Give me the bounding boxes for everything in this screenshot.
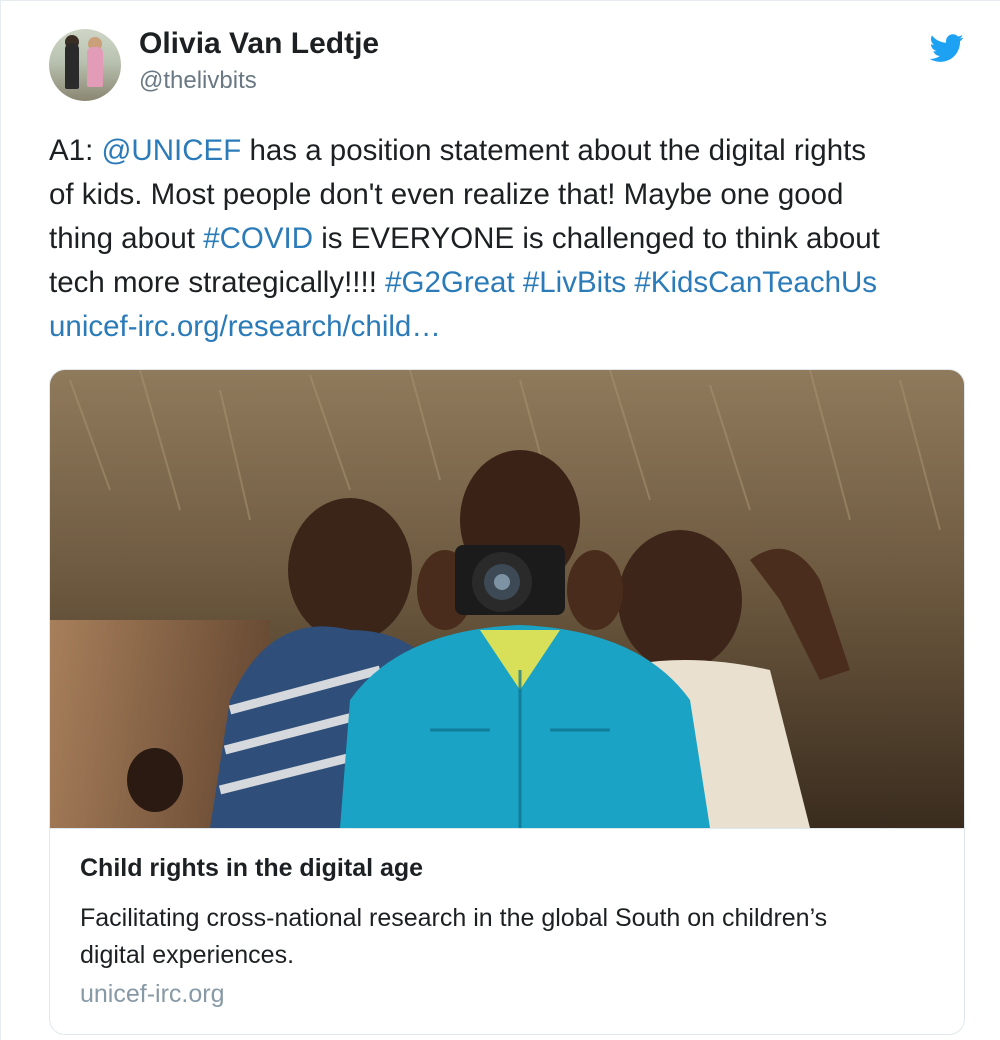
- avatar-figure: [87, 47, 103, 87]
- card-title[interactable]: Child rights in the digital age: [80, 854, 423, 883]
- card-description: Facilitating cross-national research in …: [80, 900, 940, 974]
- card-description-line: digital experiences.: [80, 941, 295, 969]
- tweet-text-segment: thing about: [49, 222, 204, 255]
- author-handle[interactable]: @thelivbits: [139, 67, 257, 95]
- tweet-line: tech more strategically!!!! #G2Great #Li…: [49, 261, 969, 305]
- card-description-line: Facilitating cross-national research in …: [80, 904, 828, 932]
- card-domain[interactable]: unicef-irc.org: [80, 980, 225, 1009]
- hashtag-link[interactable]: #KidsCanTeachUs: [634, 266, 877, 299]
- hashtag-link[interactable]: #COVID: [203, 222, 313, 255]
- tweet-line: thing about #COVID is EVERYONE is challe…: [49, 217, 969, 261]
- hashtag-link[interactable]: #G2Great: [385, 266, 515, 299]
- card-image: [50, 370, 964, 829]
- author-name[interactable]: Olivia Van Ledtje: [139, 27, 379, 61]
- tweet-url-link[interactable]: unicef-irc.org/research/child…: [49, 305, 969, 349]
- link-preview-card[interactable]: Child rights in the digital age Facilita…: [49, 369, 965, 1035]
- tweet-card: Olivia Van Ledtje @thelivbits A1: @UNICE…: [0, 0, 1000, 1040]
- author-avatar[interactable]: [49, 29, 121, 101]
- tweet-text-segment: A1:: [49, 134, 102, 167]
- avatar-figure: [65, 43, 79, 89]
- tweet-line: of kids. Most people don't even realize …: [49, 178, 844, 211]
- tweet-line: A1: @UNICEF has a position statement abo…: [49, 129, 969, 173]
- tweet-text-segment: is EVERYONE is challenged to think about: [313, 222, 880, 255]
- tweet-text: A1: @UNICEF has a position statement abo…: [49, 129, 969, 349]
- twitter-bird-icon[interactable]: [927, 31, 967, 65]
- hashtag-link[interactable]: #LivBits: [523, 266, 626, 299]
- tweet-text-segment: tech more strategically!!!!: [49, 266, 386, 299]
- mention-link[interactable]: @UNICEF: [101, 134, 241, 167]
- tweet-text-segment: has a position statement about the digit…: [241, 134, 867, 167]
